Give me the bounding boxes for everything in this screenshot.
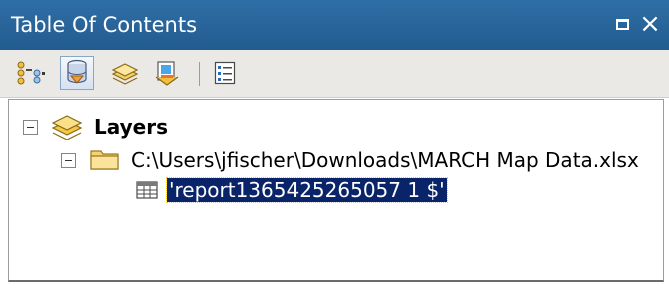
table-icon [136,181,158,199]
list-by-drawing-order-button[interactable] [14,56,48,90]
close-icon: × [639,9,661,39]
close-button[interactable]: × [637,9,663,39]
layers-icon [51,115,83,140]
database-source-icon [67,59,87,84]
layer-tree[interactable]: Layers C:\Users\jfischer\Downloads\MARCH… [8,99,664,282]
selection-icon [155,61,179,86]
options-list-icon [214,61,236,85]
collapse-layers-toggle[interactable] [23,120,38,135]
restore-window-icon [615,18,629,30]
title-bar[interactable]: Table Of Contents × [0,0,669,50]
folder-icon [90,150,119,170]
table-node-label[interactable]: 'report1365425265057 1 $' [166,177,448,203]
collapse-folder-toggle[interactable] [61,153,76,168]
options-button[interactable] [208,56,242,90]
list-by-source-button[interactable] [60,56,94,90]
layers-visibility-icon [111,63,139,85]
workbook-path-label[interactable]: C:\Users\jfischer\Downloads\MARCH Map Da… [131,148,639,172]
layers-node-label[interactable]: Layers [94,115,168,139]
toolbar-separator [199,62,200,86]
list-by-selection-button[interactable] [150,56,184,90]
drawing-order-icon [17,61,45,85]
restore-button[interactable] [609,12,635,36]
toc-toolbar [0,50,669,98]
table-of-contents-window: Table Of Contents × Layers C:\Users\jfis… [0,0,669,289]
window-title: Table Of Contents [11,13,198,37]
list-by-visibility-button[interactable] [108,56,142,90]
